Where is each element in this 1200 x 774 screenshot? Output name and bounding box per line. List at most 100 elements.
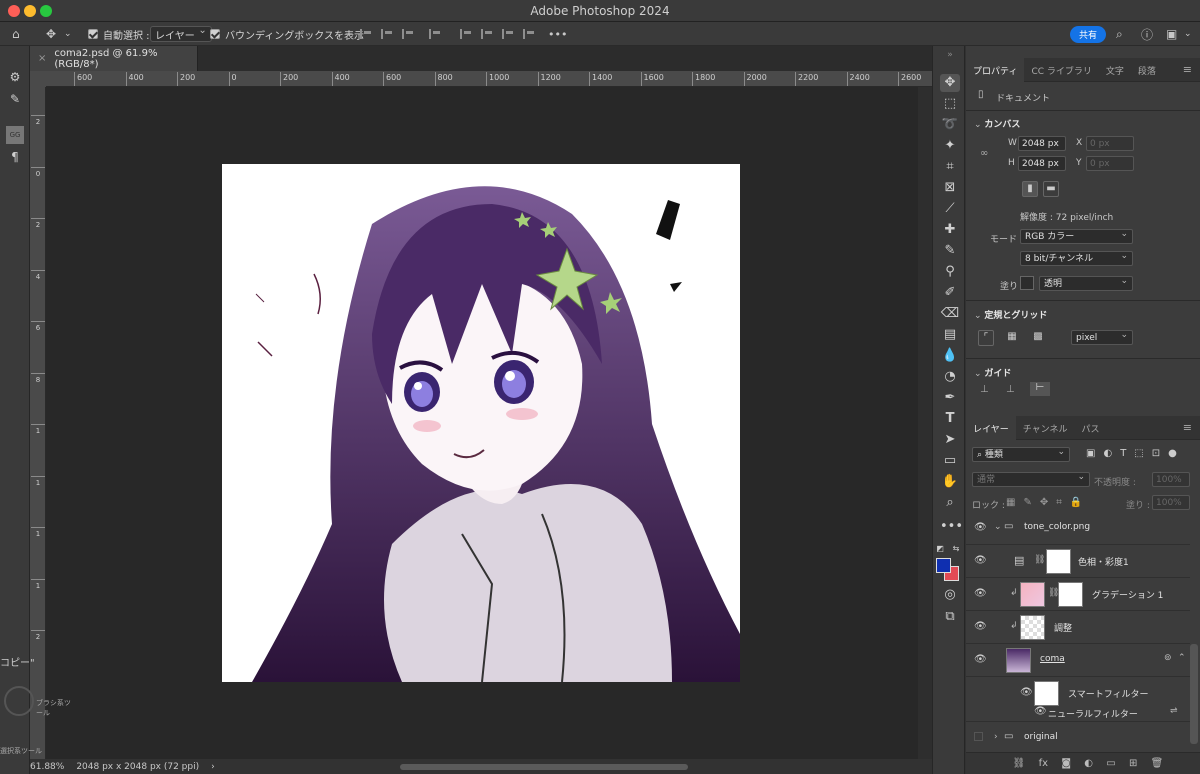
tab-paths[interactable]: パス [1074, 416, 1106, 440]
canvas-workspace[interactable] [46, 87, 918, 759]
visibility-eye-icon[interactable]: 👁 [974, 522, 987, 533]
move-tool-icon[interactable]: ✥ [46, 22, 62, 46]
search-icon[interactable]: ⌕ [1116, 22, 1132, 46]
visibility-toggle-off[interactable] [974, 732, 983, 741]
link-icon[interactable]: ∞ [980, 148, 988, 159]
align-top-icon[interactable] [460, 29, 472, 39]
new-layer-icon[interactable]: ⊞ [1129, 758, 1137, 769]
link-layers-icon[interactable]: ⛓ [1013, 758, 1026, 769]
gradient-tool[interactable]: ▤ [940, 326, 960, 344]
tab-properties[interactable]: プロパティ [966, 58, 1025, 82]
trash-icon[interactable]: 🗑 [1151, 758, 1164, 769]
lock-transparent-icon[interactable]: ▦ [1006, 497, 1015, 508]
align-center-icon[interactable] [381, 29, 393, 39]
horizontal-scroll-thumb[interactable] [400, 764, 688, 770]
landscape-orientation-icon[interactable]: ▬ [1043, 181, 1059, 197]
align-right-icon[interactable] [402, 29, 414, 39]
eraser-tool[interactable]: ⌫ [940, 305, 960, 323]
fx-icon[interactable]: fx [1039, 758, 1048, 769]
group-collapse-icon[interactable]: › [994, 732, 998, 742]
edit-toolbar-icon[interactable]: ••• [940, 518, 963, 536]
path-selection-tool[interactable]: ➤ [940, 431, 960, 449]
visibility-eye-icon[interactable]: 👁 [974, 555, 987, 566]
layer-row-tone-color[interactable]: 👁 ⌄ ▭ tone_color.png [966, 512, 1190, 545]
home-icon[interactable]: ⌂ [12, 22, 28, 46]
filter-shape-icon[interactable]: ⬚ [1134, 448, 1143, 459]
guide-lock-icon[interactable]: ⊥ [980, 384, 989, 395]
foreground-color-swatch[interactable] [936, 558, 951, 573]
brush-settings-icon[interactable]: ⚙ [6, 70, 24, 88]
brush-icon[interactable]: ✎ [6, 92, 24, 110]
hand-tool[interactable]: ✋ [940, 473, 960, 491]
bounding-box-checkbox[interactable] [210, 29, 220, 39]
layer-row-adjust[interactable]: 👁 ↲ 調整 [966, 611, 1190, 644]
group-expand-icon[interactable]: ⌄ [994, 522, 1002, 532]
history-brush-tool[interactable]: ✐ [940, 284, 960, 302]
pen-tool[interactable]: ✒ [940, 389, 960, 407]
filter-type-icon[interactable]: T [1120, 448, 1126, 459]
document-canvas[interactable] [222, 164, 740, 682]
new-adjustment-icon[interactable]: ◐ [1084, 758, 1093, 769]
ruler-origin[interactable] [30, 71, 46, 87]
layer-row-hue-saturation[interactable]: 👁 ▤ ⛓ 色相・彩度1 [966, 545, 1190, 578]
height-field[interactable]: 2048 px [1018, 156, 1066, 171]
smart-object-thumbnail[interactable] [1006, 648, 1031, 673]
visibility-eye-icon[interactable]: 👁 [1020, 687, 1033, 698]
distribute-icon[interactable] [429, 29, 441, 39]
blur-tool[interactable]: 💧 [940, 347, 960, 365]
lock-all-icon[interactable]: 🔒 [1070, 497, 1082, 508]
tools-collapse-icon[interactable]: » [940, 46, 960, 64]
brush-preset-circle-icon[interactable] [4, 686, 34, 716]
filter-toggle-icon[interactable]: ● [1168, 448, 1177, 459]
frame-tool[interactable]: ⊠ [940, 179, 960, 197]
tab-paragraph[interactable]: 段落 [1131, 58, 1163, 82]
rectangle-tool[interactable]: ▭ [940, 452, 960, 470]
ruler-toggle-icon[interactable]: ⌜ [978, 330, 994, 346]
align-left-icon[interactable] [360, 29, 372, 39]
portrait-orientation-icon[interactable]: ▮ [1022, 181, 1038, 197]
canvas-section-title[interactable]: カンバス [974, 117, 1020, 130]
visibility-eye-icon[interactable]: 👁 [974, 588, 987, 599]
layer-fill-field[interactable]: 100% [1152, 495, 1190, 510]
align-bottom-icon[interactable] [502, 29, 514, 39]
pixel-grid-icon[interactable]: ▩ [1030, 330, 1046, 346]
share-button[interactable]: 共有 [1070, 25, 1107, 43]
brush-tool[interactable]: ✎ [940, 242, 960, 260]
marquee-tool[interactable]: ⬚ [940, 95, 960, 113]
visibility-eye-icon[interactable]: 👁 [974, 654, 987, 665]
move-tool[interactable]: ✥ [940, 74, 960, 92]
layers-scrollbar[interactable] [1190, 644, 1198, 744]
layer-row-original[interactable]: › ▭ original [966, 722, 1190, 755]
rulers-grid-section-title[interactable]: 定規とグリッド [974, 308, 1047, 321]
filter-adjustment-icon[interactable]: ◐ [1103, 448, 1112, 459]
crop-tool[interactable]: ⌗ [940, 158, 960, 176]
tab-layers[interactable]: レイヤー [966, 416, 1016, 440]
healing-brush-tool[interactable]: ✚ [940, 221, 960, 239]
lock-position-icon[interactable]: ✥ [1040, 497, 1048, 508]
blend-mode-dropdown[interactable]: 通常 [972, 471, 1090, 487]
new-group-icon[interactable]: ▭ [1106, 758, 1115, 769]
width-field[interactable]: 2048 px [1018, 136, 1066, 151]
layer-thumbnail[interactable] [1020, 615, 1045, 640]
add-mask-icon[interactable]: ◙ [1061, 758, 1071, 769]
lock-artboard-icon[interactable]: ⌗ [1056, 497, 1062, 508]
document-tab[interactable]: × coma2.psd @ 61.9% (RGB/8*) [30, 46, 198, 71]
tab-cc-libraries[interactable]: CC ライブラリ [1024, 58, 1098, 82]
close-tab-icon[interactable]: × [38, 53, 46, 64]
lasso-tool[interactable]: ➰ [940, 116, 960, 134]
y-field[interactable]: 0 px [1086, 156, 1134, 171]
workspace-chevron-icon[interactable]: ⌄ [1184, 22, 1194, 46]
opacity-field[interactable]: 100% [1152, 472, 1190, 487]
bit-depth-dropdown[interactable]: 8 bit/チャンネル [1020, 250, 1133, 266]
layer-mask-thumbnail[interactable] [1046, 549, 1071, 574]
guide-snap-icon[interactable]: ⊢ [1030, 382, 1050, 396]
visibility-eye-icon[interactable]: 👁 [1034, 706, 1047, 717]
layer-mask-thumbnail[interactable] [1058, 582, 1083, 607]
layer-filter-dropdown[interactable]: ⌕ 種類 [972, 446, 1070, 462]
distribute-vertical-icon[interactable] [523, 29, 535, 39]
more-options-button[interactable]: ••• [548, 22, 567, 46]
dodge-tool[interactable]: ◔ [940, 368, 960, 386]
visibility-eye-icon[interactable]: 👁 [974, 621, 987, 632]
filter-smart-icon[interactable]: ⊡ [1152, 448, 1160, 459]
chevron-down-icon[interactable]: ⌄ [64, 22, 74, 46]
